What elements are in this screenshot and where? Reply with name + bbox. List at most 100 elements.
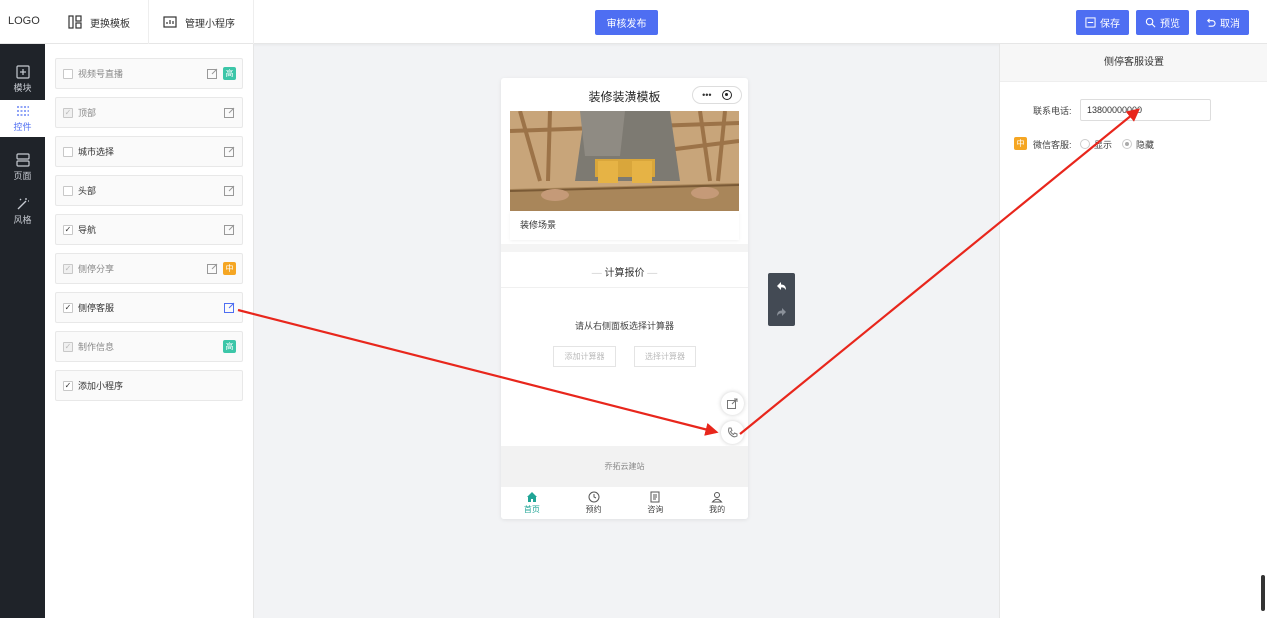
manage-app-button[interactable]: 管理小程序	[145, 0, 254, 44]
add-calculator-button[interactable]: 添加计算器	[553, 346, 616, 367]
publish-button[interactable]: 审核发布	[595, 10, 658, 35]
search-icon	[1145, 17, 1156, 28]
level-tag: 高	[223, 340, 236, 353]
level-tag: 中	[1014, 137, 1027, 150]
wechat-label: 微信客服:	[1033, 140, 1072, 150]
calc-title-dash-right: —	[644, 268, 658, 279]
save-icon	[1085, 17, 1096, 28]
redo-button[interactable]	[768, 299, 795, 325]
edit-icon[interactable]	[224, 146, 235, 157]
change-template-button[interactable]: 更换模板	[50, 0, 149, 44]
float-share-button[interactable]	[721, 392, 744, 415]
float-service-button[interactable]	[721, 421, 744, 444]
edit-icon[interactable]	[224, 107, 235, 118]
select-calculator-button[interactable]: 选择计算器	[634, 346, 696, 367]
control-item[interactable]: ✓ 侧停分享 中	[55, 253, 243, 284]
calc-title-text: 计算报价	[604, 268, 645, 279]
control-label: 城市选择	[78, 147, 115, 157]
checkbox[interactable]: ✓	[63, 380, 73, 391]
page-icon	[15, 153, 30, 167]
level-tag: 高	[223, 67, 236, 80]
control-label: 导航	[78, 225, 97, 235]
level-tag: 中	[223, 262, 236, 275]
control-item[interactable]: ✓ 制作信息 高	[55, 331, 243, 362]
phone-icon	[728, 427, 738, 438]
control-item[interactable]: ✓ 添加小程序	[55, 370, 243, 401]
radio-hide[interactable]	[1122, 139, 1132, 149]
section-separator	[501, 244, 748, 252]
edit-icon[interactable]	[207, 68, 218, 79]
tab-home[interactable]: 首页	[501, 487, 563, 519]
control-label: 侧停分享	[78, 264, 115, 274]
share-icon	[727, 398, 738, 409]
magic-wand-icon	[17, 198, 29, 210]
control-item[interactable]: ✓ 导航	[55, 214, 243, 245]
tab-label: 我的	[709, 505, 726, 514]
preview-label: 预览	[1160, 19, 1180, 30]
phone-tab-bar: 首页 预约 咨询 我的	[501, 487, 748, 519]
control-label: 制作信息	[78, 342, 115, 352]
tab-booking[interactable]: 预约	[563, 487, 625, 519]
tab-label: 预约	[585, 505, 602, 514]
checkbox[interactable]	[63, 146, 73, 157]
undo-redo-panel	[768, 273, 795, 326]
control-item[interactable]: 头部	[55, 175, 243, 206]
calc-title: — 计算报价 —	[501, 264, 748, 279]
home-icon	[526, 492, 537, 502]
calc-title-dash-left: —	[591, 268, 605, 279]
checkbox[interactable]	[63, 185, 73, 196]
control-label: 侧停客服	[78, 303, 115, 313]
cancel-label: 取消	[1220, 19, 1240, 30]
edit-icon[interactable]	[207, 263, 218, 274]
control-label: 添加小程序	[78, 381, 124, 391]
checkbox: ✓	[63, 263, 73, 274]
control-label: 头部	[78, 186, 97, 196]
scroll-indicator[interactable]	[1261, 575, 1265, 611]
tab-mine[interactable]: 我的	[686, 487, 748, 519]
side-nav-controls-label: 控件	[13, 122, 32, 132]
tab-label: 咨询	[647, 505, 664, 514]
control-label: 顶部	[78, 108, 97, 118]
logo: LOGO	[8, 15, 40, 27]
carpenter-photo	[510, 111, 739, 211]
save-label: 保存	[1100, 19, 1120, 30]
edit-icon[interactable]	[224, 224, 235, 235]
checkbox[interactable]: ✓	[63, 224, 73, 235]
top-bar: LOGO 更换模板 管理小程序 审核发布 保存 预览 取消	[0, 0, 1267, 44]
side-nav-modules-label: 模块	[13, 83, 32, 93]
tab-consult[interactable]: 咨询	[625, 487, 687, 519]
side-nav-controls[interactable]: 控件	[0, 100, 45, 137]
edit-icon[interactable]	[224, 185, 235, 196]
settings-panel: 侧停客服设置 联系电话: 13800000000 中 微信客服: 显示 隐藏	[999, 44, 1267, 618]
edit-icon[interactable]	[224, 302, 235, 313]
sliders-icon	[16, 106, 29, 116]
phone-footer: 乔拓云建站	[501, 446, 748, 487]
control-item[interactable]: 视频号直播 高	[55, 58, 243, 89]
radio-show[interactable]	[1080, 139, 1090, 149]
side-nav: 模块 控件 页面 风格	[0, 44, 45, 618]
settings-title: 侧停客服设置	[1000, 44, 1267, 82]
record-icon	[721, 90, 732, 100]
document-icon	[650, 491, 660, 503]
control-item[interactable]: 城市选择	[55, 136, 243, 167]
side-nav-pages[interactable]: 页面	[0, 149, 45, 186]
checkbox: ✓	[63, 107, 73, 118]
template-icon	[68, 15, 82, 29]
side-nav-style[interactable]: 风格	[0, 193, 45, 230]
preview-button[interactable]: 预览	[1136, 10, 1189, 35]
undo-icon	[1206, 18, 1216, 27]
checkbox[interactable]	[63, 68, 73, 79]
control-item[interactable]: ✓ 侧停客服	[55, 292, 243, 323]
cancel-button[interactable]: 取消	[1196, 10, 1249, 35]
save-button[interactable]: 保存	[1076, 10, 1129, 35]
undo-button[interactable]	[768, 273, 795, 299]
mini-program-capsule[interactable]: •••	[692, 86, 742, 104]
side-nav-modules[interactable]: 模块	[0, 61, 45, 98]
phone-input[interactable]: 13800000000	[1080, 99, 1211, 121]
more-icon: •••	[702, 90, 712, 100]
radio-hide-label: 隐藏	[1136, 140, 1155, 150]
checkbox[interactable]: ✓	[63, 302, 73, 313]
banner-image	[510, 111, 739, 211]
control-item[interactable]: ✓ 顶部	[55, 97, 243, 128]
banner-caption: 装修场景	[510, 211, 739, 240]
